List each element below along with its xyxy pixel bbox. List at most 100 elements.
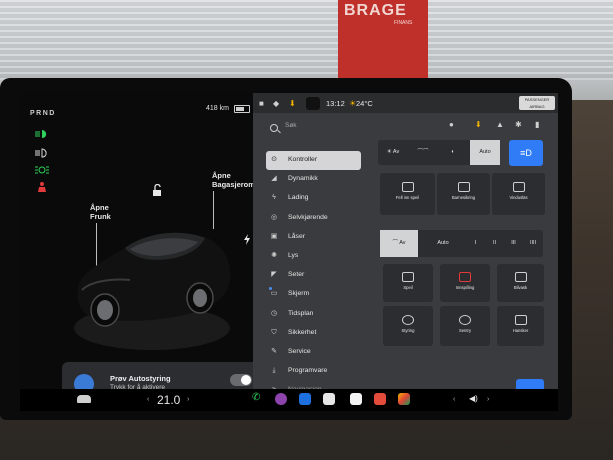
nav-item-label: Skjerm <box>288 290 310 298</box>
child-lock-label: Barnesikring <box>451 195 476 200</box>
nav-item-label: Programvare <box>288 367 328 375</box>
mirror-adjust-label: Speil <box>403 285 413 290</box>
window-lock-tile[interactable]: Vindusläs <box>492 173 545 215</box>
wiper-speed-2[interactable]: II <box>485 230 504 257</box>
calendar-icon[interactable] <box>350 393 362 405</box>
volume-icon[interactable]: ◀) <box>469 394 478 403</box>
sentry-icon[interactable]: ◆ <box>273 99 279 108</box>
download-icon[interactable]: ⬇ <box>475 120 482 129</box>
nav-item-label: Seter <box>288 271 305 279</box>
child-lock-tile[interactable]: Barnesikring <box>437 173 490 215</box>
headlight-mode-selector: ☀ Av ⌒⌒ ◐ Auto <box>378 140 500 165</box>
lock-status-icon[interactable]: ■ <box>259 99 264 108</box>
outside-temperature: 24°C <box>356 99 373 108</box>
volume-up-arrow-icon[interactable]: › <box>487 396 489 403</box>
steering-wheel-adjust-icon <box>402 315 414 325</box>
nav-item-sikkerhet[interactable]: ⛉ Sikkerhet <box>266 324 361 343</box>
fold-mirrors-tile[interactable]: Fell inn speil <box>380 173 435 215</box>
search-input[interactable]: Søk <box>285 122 297 129</box>
steering-wheel-icon: ◎ <box>270 213 278 221</box>
unlock-icon[interactable] <box>151 184 163 196</box>
wiper-speed-1-label: I <box>474 240 477 246</box>
wiper-speed-3-label: III <box>511 240 516 246</box>
bell-icon[interactable]: ▲ <box>496 120 504 129</box>
headlight-low-option[interactable]: ◐ <box>438 140 468 165</box>
nav-item-lys[interactable]: ✺ Lys <box>266 247 361 266</box>
search-icon[interactable] <box>270 124 278 132</box>
nav-item-kontroller[interactable]: ⊙ Kontroller <box>266 151 361 171</box>
mirror-adjust-tile[interactable]: Speil <box>383 264 433 302</box>
nav-item-skjerm[interactable]: ▭ Skjerm <box>266 285 361 304</box>
wiper-speed-1[interactable]: I <box>466 230 485 257</box>
autosteer-toggle[interactable] <box>230 374 252 386</box>
wiper-off-option[interactable]: ⌒ Av <box>380 230 418 257</box>
headlight-indicator-icon <box>35 130 47 138</box>
steering-adjust-tile[interactable]: Styring <box>383 306 433 346</box>
glovebox-label: Hansker <box>512 328 529 333</box>
mirror-fold-icon <box>401 182 414 192</box>
wiper-speed-4[interactable]: IIII <box>523 230 543 257</box>
cabin-temperature[interactable]: 21.0 <box>157 393 180 407</box>
car-view-panel: PRND 418 km Åpne Frunk Åpne Bagasjerom P… <box>20 93 267 411</box>
wiper-auto-label: Auto <box>437 240 449 246</box>
update-download-icon[interactable]: ⬇ <box>289 99 296 108</box>
nav-item-service[interactable]: ✎ Service <box>266 343 361 362</box>
clock-icon: ◷ <box>270 309 278 317</box>
nav-item-label: Kontroller <box>288 156 318 163</box>
clock-time: 13:12 <box>326 99 345 108</box>
car-icon[interactable] <box>77 395 91 403</box>
banner-title: BRAGE <box>344 2 407 19</box>
bluetooth-icon[interactable]: ✱ <box>515 120 522 129</box>
trunk-open-label[interactable]: Åpne Bagasjerom <box>212 171 255 189</box>
charge-port-icon[interactable] <box>243 234 251 245</box>
volume-down-arrow-icon[interactable]: ‹ <box>453 396 455 403</box>
car-wash-tile[interactable]: Bilvask <box>497 264 544 302</box>
app-launcher-icon[interactable] <box>323 393 335 405</box>
nav-item-lading[interactable]: ϟ Lading <box>266 189 361 208</box>
fog-light-icon <box>35 166 49 174</box>
wiper-speed-3[interactable]: III <box>504 230 523 257</box>
nav-item-tidsplan[interactable]: ◷ Tidsplan <box>266 305 361 324</box>
games-icon[interactable] <box>398 393 410 405</box>
profile-icon[interactable] <box>306 97 320 110</box>
toybox-icon[interactable] <box>374 393 386 405</box>
lock-icon: ▣ <box>270 232 278 240</box>
background-blinds <box>0 0 613 80</box>
car-icon: ◢ <box>271 175 277 183</box>
battery-icon <box>234 105 250 113</box>
nav-item-låser[interactable]: ▣ Låser <box>266 228 361 247</box>
fold-mirrors-label: Fell inn speil <box>395 195 420 200</box>
frunk-label-line1: Åpne <box>90 203 109 212</box>
wiper-off-label: Av <box>399 240 406 246</box>
mirror-icon <box>402 272 414 282</box>
nav-item-selvkjørende[interactable]: ◎ Selvkjørende <box>266 209 361 228</box>
temp-down-arrow-icon[interactable]: ‹ <box>147 396 149 403</box>
wiper-auto-option[interactable]: Auto <box>420 230 466 257</box>
passenger-airbag-indicator: PASSENGER AIRBAG <box>519 96 555 110</box>
nav-item-dynamikk[interactable]: ◢ Dynamikk <box>266 170 361 189</box>
taskbar: ‹ 21.0 › ✆ ‹ ◀) › <box>20 389 558 411</box>
headlight-auto-option[interactable]: Auto <box>470 140 500 165</box>
sentry-label: Sentry <box>458 328 472 333</box>
display-icon: ▭ <box>270 290 278 298</box>
recording-tile[interactable]: Innspilling <box>440 264 490 302</box>
bluetooth-app-icon[interactable] <box>299 393 311 405</box>
user-icon[interactable]: ● <box>449 120 454 129</box>
phone-icon[interactable]: ✆ <box>252 392 264 404</box>
temp-up-arrow-icon[interactable]: › <box>187 396 189 403</box>
wrench-icon: ✎ <box>271 347 277 355</box>
child-lock-icon <box>457 182 470 192</box>
media-icon[interactable] <box>275 393 287 405</box>
nav-item-seter[interactable]: ◤ Seter <box>266 266 361 285</box>
trunk-label-line1: Åpne <box>212 171 231 180</box>
headlight-off-label: Av <box>392 149 400 155</box>
recording-label: Innspilling <box>455 285 475 290</box>
headlight-parking-option[interactable]: ⌒⌒ <box>408 140 438 165</box>
sentry-tile[interactable]: Sentry <box>440 306 490 346</box>
nav-item-label: Lading <box>288 194 309 202</box>
nav-item-programvare[interactable]: ⤓ Programvare <box>266 362 361 381</box>
wiper-speed-2-label: II <box>492 240 497 246</box>
high-beam-button[interactable]: ≡D <box>509 140 543 166</box>
headlight-off-option[interactable]: ☀ Av <box>378 140 408 165</box>
glovebox-tile[interactable]: Hansker <box>497 306 544 346</box>
